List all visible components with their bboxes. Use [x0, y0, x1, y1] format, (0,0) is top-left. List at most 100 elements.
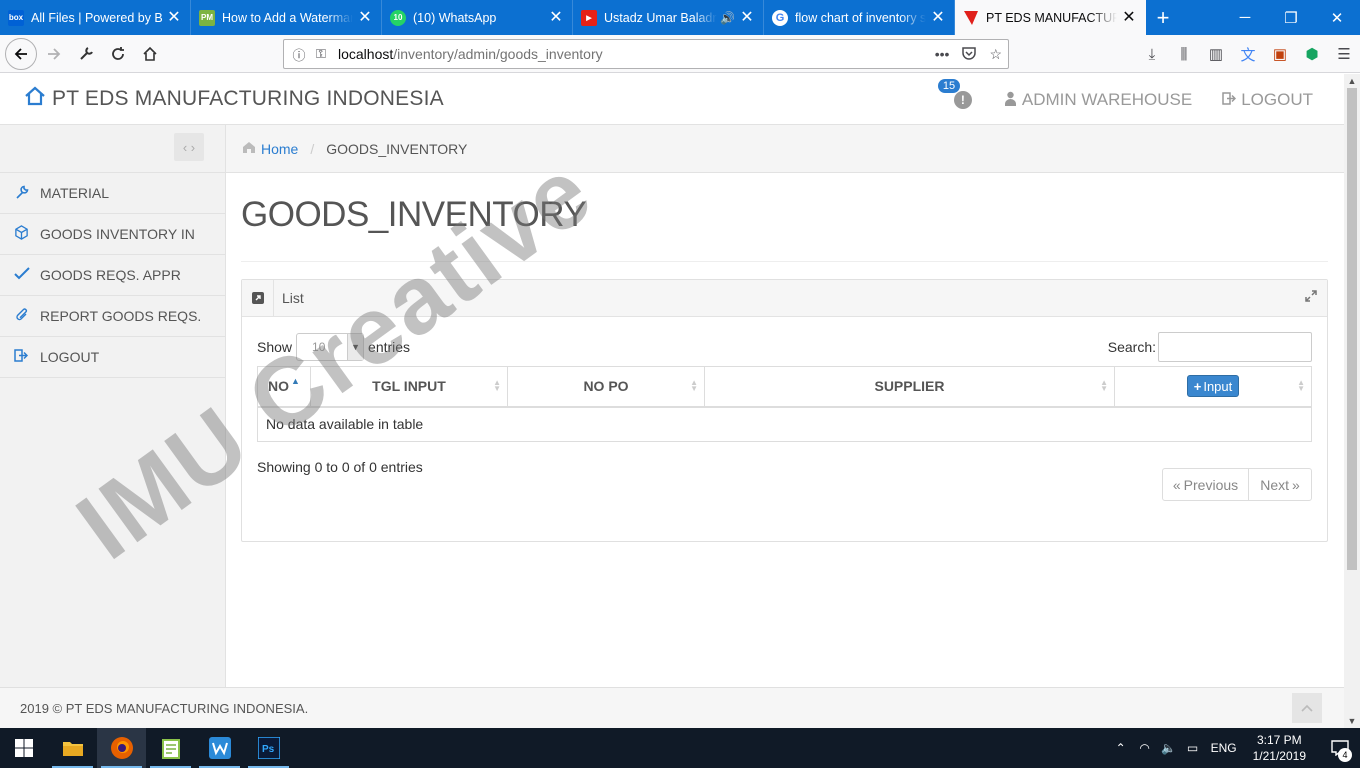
- browser-tab-watermark[interactable]: PM How to Add a Watermar ✕: [191, 0, 382, 35]
- address-bar[interactable]: ⓘ ⚿ localhost/inventory/admin/goods_inve…: [283, 39, 1009, 69]
- language-indicator[interactable]: ENG: [1211, 741, 1237, 755]
- photoshop-icon[interactable]: Ps: [244, 728, 293, 768]
- action-center-button[interactable]: 4: [1320, 728, 1360, 768]
- close-icon[interactable]: ✕: [930, 9, 946, 26]
- brand[interactable]: PT EDS MANUFACTURING INDONESIA: [24, 86, 444, 112]
- external-link-icon: [242, 280, 274, 316]
- window-close-button[interactable]: ✕: [1314, 0, 1360, 35]
- windows-start-button[interactable]: [0, 728, 48, 768]
- browser-tab-active[interactable]: PT EDS MANUFACTURIN ✕: [955, 0, 1146, 35]
- tab-title: flow chart of inventory s: [795, 10, 926, 25]
- url-text[interactable]: localhost/inventory/admin/goods_inventor…: [338, 46, 603, 62]
- sidebar-item-label: LOGOUT: [40, 349, 100, 365]
- firefox-icon[interactable]: [97, 728, 146, 768]
- close-icon[interactable]: ✕: [166, 9, 182, 26]
- browser-tab-strip: box All Files | Powered by Box ✕ PM How …: [0, 0, 1360, 35]
- sidebar-collapse-button[interactable]: ‹ ›: [174, 133, 204, 161]
- search-label: Search:: [1107, 339, 1156, 355]
- sort-icon[interactable]: ▲ ▼: [1297, 379, 1305, 393]
- extension-icon[interactable]: ▣: [1264, 45, 1296, 63]
- column-header-supplier[interactable]: SUPPLIER ▲ ▼: [704, 366, 1115, 408]
- tab-title: All Files | Powered by Box: [31, 10, 162, 25]
- expand-icon[interactable]: [1305, 290, 1317, 305]
- entries-select[interactable]: 10 ▼: [296, 333, 365, 361]
- input-button[interactable]: + Input: [1186, 375, 1240, 398]
- info-icon[interactable]: ⓘ: [288, 45, 310, 64]
- browser-navbar: ⓘ ⚿ localhost/inventory/admin/goods_inve…: [0, 35, 1360, 73]
- sidebar-item-label: REPORT GOODS REQS.: [40, 308, 202, 324]
- user-icon: [1004, 91, 1017, 109]
- scrollbar-thumb[interactable]: [1347, 88, 1357, 570]
- clock[interactable]: 3:17 PM 1/21/2019: [1253, 732, 1306, 764]
- column-header-no[interactable]: NO ▲: [257, 366, 311, 408]
- back-button[interactable]: [5, 37, 37, 70]
- breadcrumb-current: GOODS_INVENTORY: [326, 140, 468, 157]
- shield-icon[interactable]: ⬢: [1296, 45, 1328, 63]
- home-button[interactable]: [135, 39, 165, 69]
- sidebar-item-label: GOODS REQS. APPR: [40, 267, 181, 283]
- close-icon[interactable]: ✕: [1121, 9, 1137, 26]
- forward-button[interactable]: [39, 39, 69, 69]
- browser-tab-google[interactable]: G flow chart of inventory s ✕: [764, 0, 955, 35]
- brand-name: PT EDS MANUFACTURING INDONESIA: [52, 87, 444, 110]
- download-icon[interactable]: ⤓: [1136, 46, 1168, 63]
- column-header-tgl-input[interactable]: TGL INPUT ▲ ▼: [310, 366, 508, 408]
- previous-button[interactable]: «Previous: [1163, 469, 1249, 500]
- scroll-to-top-button[interactable]: [1292, 693, 1322, 723]
- next-button[interactable]: Next»: [1249, 469, 1311, 500]
- sidebar-item-material[interactable]: MATERIAL: [0, 173, 225, 214]
- bookmark-star-icon[interactable]: ☆: [989, 46, 1002, 63]
- chevron-down-icon: ▼: [347, 334, 364, 360]
- table-controls: Show 10 ▼ entries Search:: [242, 317, 1327, 369]
- wrench-tool-icon[interactable]: [71, 39, 101, 69]
- reload-button[interactable]: [103, 39, 133, 69]
- breadcrumb-home-link[interactable]: Home: [261, 141, 298, 157]
- sidebar-item-goods-inventory-in[interactable]: GOODS INVENTORY IN: [0, 214, 225, 255]
- browser-tab-youtube[interactable]: ▶ Ustadz Umar Baladraf 🔊 ✕: [573, 0, 764, 35]
- browser-tab-whatsapp[interactable]: 10 (10) WhatsApp ✕: [382, 0, 573, 35]
- breadcrumb: Home / GOODS_INVENTORY: [226, 125, 1344, 173]
- wifi-icon[interactable]: ◠: [1133, 741, 1157, 755]
- minimize-button[interactable]: ─: [1222, 0, 1268, 35]
- notification-icon[interactable]: 15 !: [937, 78, 972, 109]
- logout-link[interactable]: LOGOUT: [1222, 90, 1313, 110]
- youtube-icon: ▶: [581, 9, 597, 26]
- column-header-no-po[interactable]: NO PO ▲ ▼: [507, 366, 705, 408]
- translate-icon[interactable]: 文: [1232, 44, 1264, 65]
- key-icon: ⚿: [316, 46, 326, 61]
- scroll-down-arrow[interactable]: ▼: [1344, 716, 1360, 726]
- search-input[interactable]: [1158, 332, 1312, 362]
- browser-tab-box[interactable]: box All Files | Powered by Box ✕: [0, 0, 191, 35]
- user-menu[interactable]: ADMIN WAREHOUSE: [1004, 90, 1192, 110]
- wps-writer-icon[interactable]: [195, 728, 244, 768]
- wrench-icon: [14, 184, 40, 203]
- close-icon[interactable]: ✕: [548, 9, 564, 26]
- sidebar-item-report-goods-reqs[interactable]: REPORT GOODS REQS.: [0, 296, 225, 337]
- notepad-plus-icon[interactable]: [146, 728, 195, 768]
- sidebar-toggle-icon[interactable]: ▥: [1200, 45, 1232, 63]
- page-scrollbar[interactable]: ▲ ▼: [1344, 74, 1360, 728]
- close-icon[interactable]: ✕: [739, 9, 755, 26]
- speaker-icon[interactable]: 🔊: [720, 11, 735, 25]
- tab-title: How to Add a Watermar: [222, 10, 353, 25]
- table-header-row: NO ▲ TGL INPUT ▲ ▼ NO PO ▲ ▼ SUPPLIER ▲ ▼ + Inpu…: [257, 366, 1312, 408]
- page-actions-icon[interactable]: •••: [935, 46, 950, 62]
- footer: 2019 © PT EDS MANUFACTURING INDONESIA.: [0, 687, 1344, 728]
- sidebar-item-goods-reqs-appr[interactable]: GOODS REQS. APPR: [0, 255, 225, 296]
- tab-title: Ustadz Umar Baladraf: [604, 10, 718, 25]
- new-tab-button[interactable]: +: [1146, 0, 1180, 35]
- file-explorer-icon[interactable]: [48, 728, 97, 768]
- menu-icon[interactable]: ☰: [1328, 45, 1360, 63]
- restore-button[interactable]: ❐: [1268, 0, 1314, 35]
- battery-icon[interactable]: ▭: [1181, 741, 1205, 755]
- sidebar: ‹ › MATERIAL GOODS INVENTORY IN GOODS RE…: [0, 125, 226, 687]
- chevron-up-icon[interactable]: ⌃: [1109, 741, 1133, 755]
- library-icon[interactable]: ⫼: [1168, 46, 1200, 63]
- close-icon[interactable]: ✕: [357, 9, 373, 26]
- volume-icon[interactable]: 🔈: [1157, 741, 1181, 755]
- google-icon: G: [772, 9, 788, 26]
- scroll-up-arrow[interactable]: ▲: [1344, 76, 1360, 86]
- pocket-icon[interactable]: [961, 45, 977, 64]
- entries-select-value: 10: [312, 340, 326, 354]
- sidebar-item-logout[interactable]: LOGOUT: [0, 337, 225, 378]
